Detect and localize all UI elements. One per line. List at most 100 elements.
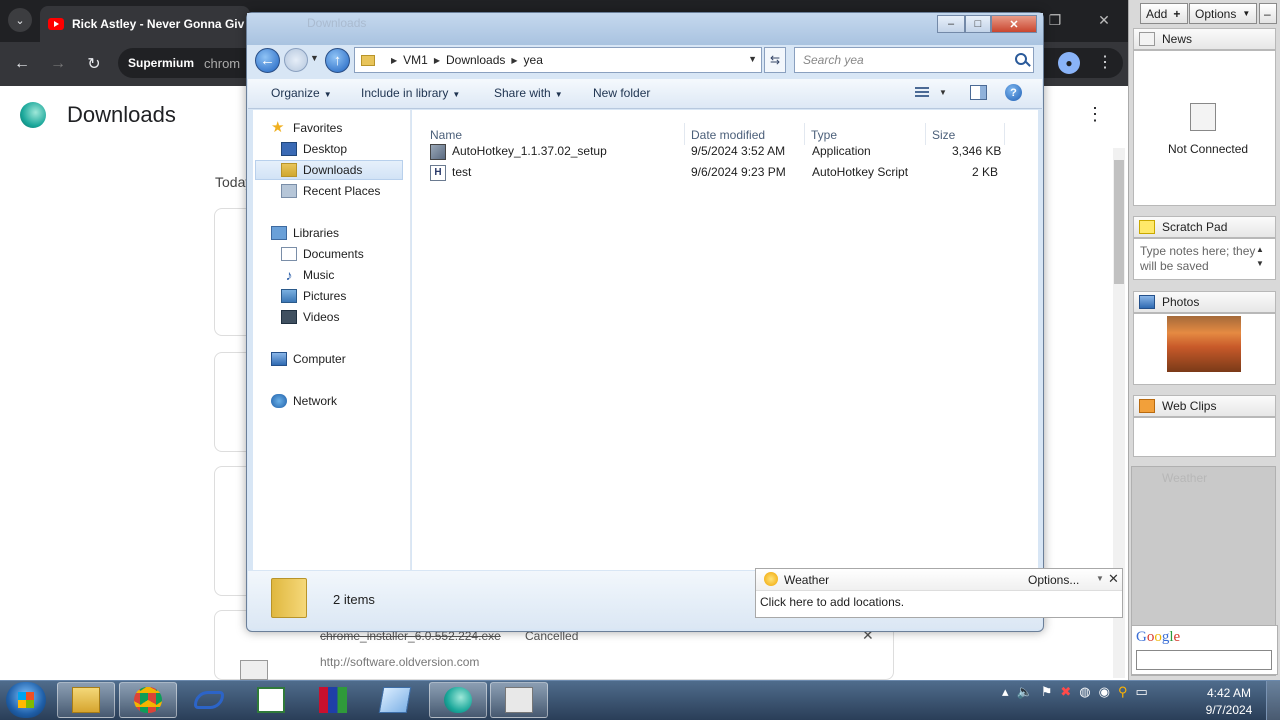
pictures-icon [281,289,297,303]
nav-documents[interactable]: Documents [281,244,364,264]
file-date: 9/6/2024 9:23 PM [691,165,786,179]
taskbar-chrome[interactable] [119,682,177,718]
sidebar-minimize-icon[interactable]: – [1259,3,1277,24]
nav-music[interactable]: ♪ Music [281,265,335,285]
breadcrumb-arrow-icon[interactable]: ▶ [511,56,517,65]
nav-videos[interactable]: Videos [281,307,339,327]
back-arrow-icon[interactable]: ← [10,52,34,76]
column-header-type[interactable]: Type [811,128,837,142]
refresh-icon[interactable]: ⇆ [764,47,786,73]
download-url[interactable]: http://software.oldversion.com [320,655,479,669]
taskbar-app-6[interactable] [366,682,424,718]
up-folder-icon[interactable]: ↑ [325,48,350,73]
search-icon[interactable] [1015,53,1027,65]
nav-favorites[interactable]: ★ Favorites [271,118,342,138]
column-header-size[interactable]: Size [932,128,955,142]
chrome-menu-icon[interactable]: ⋮ [1096,52,1114,74]
breadcrumb-arrow-icon[interactable]: ▶ [391,56,397,65]
photos-header[interactable]: Photos [1133,291,1276,313]
folder-icon [271,578,307,618]
taskbar-app-3[interactable] [180,682,238,718]
scratch-scroll-icon[interactable]: ▲ ▼ [1256,243,1264,271]
tab-search-button[interactable]: ⌄ [8,8,32,32]
web-clips-gadget[interactable] [1133,417,1276,457]
file-row[interactable]: H test 9/6/2024 9:23 PM AutoHotkey Scrip… [423,162,1023,182]
include-in-library-button[interactable]: Include in library ▼ [361,86,460,100]
maximize-icon[interactable]: □ [965,15,991,33]
help-icon[interactable]: ? [1005,84,1022,101]
taskbar-app-4[interactable] [242,682,300,718]
nav-pictures[interactable]: Pictures [281,286,346,306]
file-row[interactable]: AutoHotkey_1.1.37.02_setup 9/5/2024 3:52… [423,141,1023,161]
nav-network[interactable]: Network [271,391,337,411]
back-icon[interactable]: ← [255,48,280,73]
file-name: test [452,165,472,179]
column-header-name[interactable]: Name [430,128,462,142]
downloads-menu-icon[interactable]: ⋮ [1086,104,1104,125]
column-header-date-modified[interactable]: Date modified [691,128,765,142]
breadcrumb-downloads[interactable]: Downloads [446,53,505,67]
breadcrumb-vm1[interactable]: VM1 [403,53,428,67]
weather-close-icon[interactable]: ✕ [1108,571,1119,587]
forward-icon[interactable] [284,48,308,72]
nav-downloads[interactable]: Downloads [255,160,403,180]
reload-icon[interactable]: ↻ [82,52,106,76]
nav-computer[interactable]: Computer [271,349,346,369]
sidebar-options-button[interactable]: Options ▼ [1189,3,1257,24]
tray-app-icon[interactable]: ◍ [1079,684,1090,700]
clock-time[interactable]: 4:42 AM [1200,686,1258,700]
nav-desktop[interactable]: Desktop [281,139,347,159]
nav-libraries[interactable]: Libraries [271,223,339,243]
weather-dropdown-icon[interactable]: ▼ [1096,574,1104,583]
start-button[interactable] [6,682,46,718]
volume-icon[interactable]: 🔈 [1017,684,1033,700]
nav-recent-places[interactable]: Recent Places [281,181,380,201]
view-dropdown-icon[interactable]: ▼ [939,88,947,97]
explorer-titlebar[interactable] [247,13,1043,45]
tray-display-icon[interactable]: ▭ [1136,684,1148,700]
browser-tab[interactable]: Rick Astley - Never Gonna Giv [40,6,250,42]
page-scrollbar-thumb[interactable] [1114,160,1124,284]
news-gadget-header[interactable]: News [1133,28,1276,50]
chrome-close-icon[interactable]: ✕ [1094,10,1114,30]
taskbar-explorer[interactable] [57,682,115,718]
address-dropdown-icon[interactable]: ▼ [748,54,757,64]
news-icon [1139,32,1155,46]
explorer-address-bar[interactable]: ▶ VM1 ▶ Downloads ▶ yea ▼ [354,47,762,73]
close-icon[interactable]: ✕ [991,15,1037,33]
clock-date[interactable]: 9/7/2024 [1200,703,1258,717]
new-folder-button[interactable]: New folder [593,86,650,100]
share-with-button[interactable]: Share with ▼ [494,86,563,100]
chrome-restore-icon[interactable]: ❐ [1045,10,1065,30]
breadcrumb-arrow-icon[interactable]: ▶ [434,56,440,65]
forward-arrow-icon[interactable]: → [46,52,70,76]
folder-icon [361,54,375,66]
add-locations-link[interactable]: Click here to add locations. [760,595,904,609]
web-clips-header[interactable]: Web Clips [1133,395,1276,417]
action-center-icon[interactable]: ⚑ [1041,684,1053,700]
change-view-icon[interactable] [915,87,929,99]
taskbar-app-5[interactable] [304,682,362,718]
profile-icon[interactable]: ● [1058,52,1080,74]
add-gadget-button[interactable]: Add + [1140,3,1188,24]
organize-button[interactable]: Organize ▼ [271,86,332,100]
preview-pane-icon[interactable] [970,85,987,100]
show-desktop-button[interactable] [1266,681,1280,720]
web-clips-icon [1139,399,1155,413]
minimize-icon[interactable]: – [937,15,965,33]
scratch-pad-text[interactable]: Type notes here; they will be saved [1140,244,1258,274]
breadcrumb-yea[interactable]: yea [524,53,543,67]
network-error-icon[interactable]: ✖ [1060,684,1071,700]
show-hidden-icons-icon[interactable]: ▴ [1002,684,1009,700]
taskbar-app-8[interactable] [490,682,548,718]
google-search-input[interactable] [1136,650,1272,670]
weather-flyout[interactable]: Weather Options... ▼ ✕ Click here to add… [755,568,1123,618]
taskbar-app-7[interactable] [429,682,487,718]
weather-options-button[interactable]: Options... [1028,573,1079,587]
tray-search-icon[interactable]: ⚲ [1118,684,1128,700]
slideshow-photo[interactable] [1167,316,1241,372]
search-input[interactable]: Search yea [794,47,1034,73]
tray-chrome-icon[interactable]: ◉ [1099,684,1110,700]
recent-pages-icon[interactable]: ▼ [310,53,319,63]
scratch-pad-header[interactable]: Scratch Pad [1133,216,1276,238]
